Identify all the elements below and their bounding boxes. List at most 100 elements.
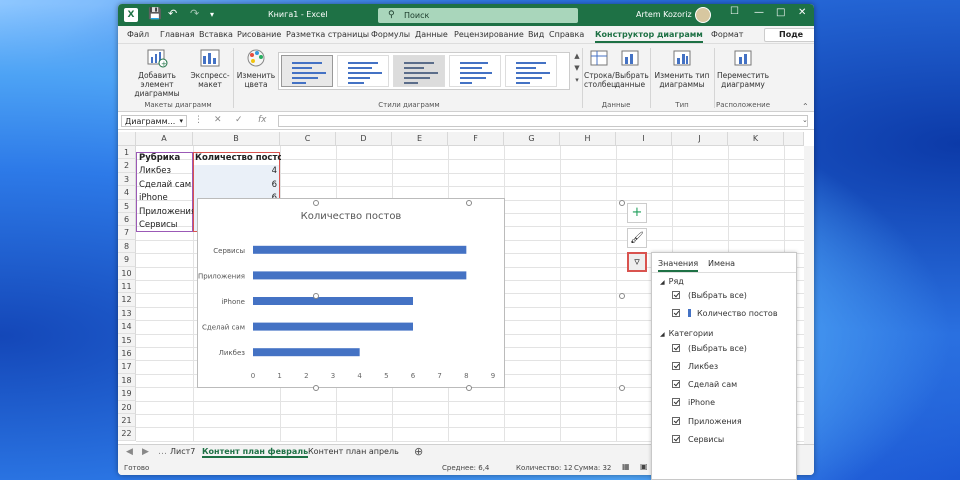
- checkbox-checked[interactable]: [672, 435, 680, 443]
- user-name[interactable]: Artem Kozoriz: [636, 10, 692, 19]
- column-header[interactable]: B: [193, 132, 280, 146]
- maximize-icon[interactable]: □: [776, 7, 785, 18]
- gallery-more-icon[interactable]: ▾: [572, 76, 582, 84]
- cell-B2[interactable]: 4: [193, 165, 280, 178]
- row-header[interactable]: 21: [118, 414, 136, 428]
- row-header[interactable]: 6: [118, 213, 136, 227]
- chart-resize-handle[interactable]: [619, 293, 625, 299]
- sheet-tab[interactable]: Контент план апрель: [308, 447, 399, 456]
- tab-review[interactable]: Рецензирование: [454, 30, 524, 39]
- chart-resize-handle[interactable]: [466, 200, 472, 206]
- row-header[interactable]: 8: [118, 239, 136, 254]
- tab-help[interactable]: Справка: [549, 30, 584, 39]
- bar-chart[interactable]: Количество постов 0 1 2 3 4 5 6 7 8 9 Ликбез Сделай…: [197, 198, 505, 388]
- cell-B3[interactable]: 6: [193, 179, 280, 192]
- bar[interactable]: [253, 271, 467, 280]
- chart-elements-button[interactable]: +: [627, 203, 647, 223]
- chart-style-5[interactable]: [505, 55, 557, 87]
- change-colors-button[interactable]: Изменить цвета: [236, 48, 276, 89]
- chart-styles-gallery[interactable]: [278, 52, 570, 90]
- checkbox-checked[interactable]: [672, 309, 680, 317]
- column-header[interactable]: A: [136, 132, 193, 146]
- sheet-tab[interactable]: Лист7: [170, 447, 195, 456]
- cell-B1[interactable]: Количество постов: [195, 152, 281, 165]
- column-header[interactable]: E: [392, 132, 448, 146]
- chart-resize-handle[interactable]: [313, 385, 319, 391]
- switch-row-column-button[interactable]: Строка/ столбец: [584, 48, 616, 89]
- chart-style-4[interactable]: [449, 55, 501, 87]
- category-item[interactable]: Сделай сам: [672, 380, 737, 389]
- tab-home[interactable]: Главная: [160, 30, 195, 39]
- row-header[interactable]: 14: [118, 320, 136, 334]
- row-header[interactable]: 10: [118, 266, 136, 280]
- row-header[interactable]: 12: [118, 293, 136, 307]
- cell-A1[interactable]: Рубрика: [139, 152, 193, 165]
- column-header[interactable]: K: [728, 132, 784, 146]
- series-item[interactable]: Количество постов: [672, 309, 778, 318]
- column-header[interactable]: G: [504, 132, 560, 146]
- chart-styles-button[interactable]: 🖌: [627, 228, 647, 248]
- checkbox-checked[interactable]: [672, 291, 680, 299]
- category-item[interactable]: Сервисы: [672, 435, 724, 444]
- row-header[interactable]: 19: [118, 387, 136, 401]
- change-chart-type-button[interactable]: Изменить тип диаграммы: [654, 48, 710, 89]
- tab-page-layout[interactable]: Разметка страницы: [286, 30, 369, 39]
- chart-style-3[interactable]: [393, 55, 445, 87]
- collapse-ribbon-icon[interactable]: ⌃: [802, 102, 809, 111]
- fx-icon[interactable]: fx: [258, 115, 267, 125]
- bar[interactable]: [253, 245, 467, 254]
- column-header[interactable]: I: [616, 132, 672, 146]
- gallery-scroll-up-icon[interactable]: ▲: [572, 52, 582, 60]
- filter-tab-values[interactable]: Значения: [658, 259, 699, 272]
- row-header[interactable]: 5: [118, 199, 136, 213]
- select-data-button[interactable]: Выбрать данные: [615, 48, 649, 89]
- vertical-scrollbar[interactable]: [804, 146, 814, 444]
- avatar[interactable]: [695, 7, 711, 23]
- search-box[interactable]: ⚲ Поиск: [378, 8, 578, 23]
- row-header[interactable]: 13: [118, 306, 136, 321]
- view-normal-icon[interactable]: ▦: [622, 462, 630, 471]
- ribbon-display-icon[interactable]: ☐: [730, 6, 739, 17]
- chart-resize-handle[interactable]: [313, 293, 319, 299]
- chart-resize-handle[interactable]: [619, 200, 625, 206]
- cell-A4[interactable]: iPhone: [139, 192, 193, 205]
- bar[interactable]: [253, 322, 413, 331]
- undo-icon[interactable]: ↶: [168, 7, 177, 20]
- row-header[interactable]: 20: [118, 400, 136, 414]
- column-header[interactable]: H: [560, 132, 616, 146]
- row-header[interactable]: 9: [118, 253, 136, 267]
- row-header[interactable]: 3: [118, 172, 136, 187]
- column-header[interactable]: J: [672, 132, 728, 146]
- filter-tab-names[interactable]: Имена: [708, 259, 735, 268]
- category-select-all[interactable]: (Выбрать все): [672, 344, 747, 353]
- add-sheet-icon[interactable]: ⊕: [414, 445, 423, 458]
- series-select-all[interactable]: (Выбрать все): [672, 291, 747, 300]
- tab-formulas[interactable]: Формулы: [371, 30, 410, 39]
- chart-filters-button[interactable]: ▿: [627, 252, 647, 272]
- column-header[interactable]: F: [448, 132, 504, 146]
- row-header[interactable]: 1: [118, 146, 136, 160]
- checkbox-checked[interactable]: [672, 380, 680, 388]
- row-header[interactable]: 2: [118, 159, 136, 173]
- bar[interactable]: [253, 297, 413, 305]
- categories-heading[interactable]: ◢ Категории: [660, 329, 713, 338]
- save-icon[interactable]: 💾: [148, 7, 162, 20]
- redo-icon[interactable]: ↷: [190, 7, 199, 20]
- row-header[interactable]: 15: [118, 333, 136, 347]
- column-header[interactable]: D: [336, 132, 392, 146]
- view-layout-icon[interactable]: ▣: [640, 462, 648, 471]
- minimize-icon[interactable]: —: [754, 7, 764, 18]
- gallery-scroll-down-icon[interactable]: ▼: [572, 64, 582, 72]
- scroll-sheets-left-icon[interactable]: ◀: [126, 447, 133, 457]
- column-header[interactable]: C: [280, 132, 336, 146]
- tab-file[interactable]: Файл: [127, 30, 149, 39]
- row-header[interactable]: 7: [118, 226, 136, 240]
- checkbox-checked[interactable]: [672, 344, 680, 352]
- row-header[interactable]: 22: [118, 427, 136, 441]
- category-item[interactable]: iPhone: [672, 398, 715, 407]
- row-header[interactable]: 17: [118, 360, 136, 374]
- cell-A6[interactable]: Сервисы: [139, 219, 193, 232]
- category-item[interactable]: Ликбез: [672, 362, 718, 371]
- select-all-corner[interactable]: [118, 132, 136, 146]
- row-header[interactable]: 11: [118, 280, 136, 294]
